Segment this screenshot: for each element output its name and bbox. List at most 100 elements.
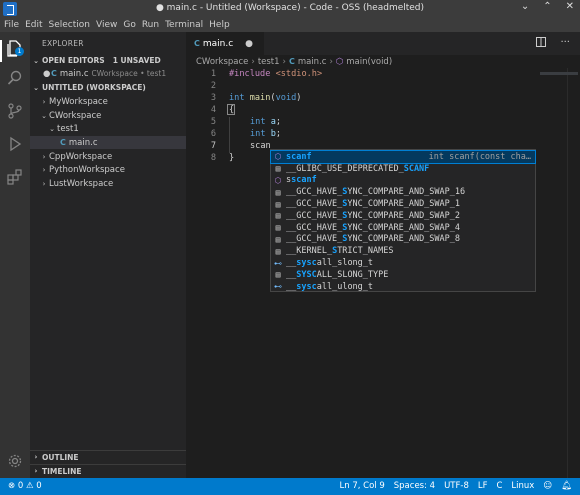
os-label[interactable]: Linux <box>511 481 534 491</box>
tree-item-myworkspace[interactable]: › MyWorkspace <box>30 95 186 108</box>
warning-count: ⚠ 0 <box>25 481 42 491</box>
editor-actions: ··· <box>536 37 570 50</box>
tree-item-cppworkspace[interactable]: › CppWorkspace <box>30 150 186 163</box>
method-icon: ⬡ <box>274 152 282 162</box>
menu-view[interactable]: View <box>96 20 117 30</box>
activity-bar: 1 <box>0 32 30 478</box>
suggestion-item[interactable]: ▤ __KERNEL_STRICT_NAMES <box>271 245 535 257</box>
menu-terminal[interactable]: Terminal <box>165 20 203 30</box>
menu-go[interactable]: Go <box>123 20 135 30</box>
keyword-icon: ▤ <box>275 199 281 209</box>
outline-header[interactable]: › OUTLINE <box>30 450 186 463</box>
suggestion-item[interactable]: ⬡ sscanf <box>271 175 535 187</box>
run-debug-icon[interactable] <box>6 135 24 153</box>
chevron-right-icon: › <box>34 453 38 461</box>
dirty-dot-icon[interactable]: ● <box>245 39 253 49</box>
chevron-right-icon: › <box>282 56 286 67</box>
folder-label: MyWorkspace <box>49 96 108 107</box>
suggestion-item[interactable]: ▤ __GCC_HAVE_SYNC_COMPARE_AND_SWAP_2 <box>271 210 535 222</box>
tree-item-main-c[interactable]: C main.c <box>30 136 186 149</box>
suggestion-item[interactable]: ▤ __GCC_HAVE_SYNC_COMPARE_AND_SWAP_1 <box>271 198 535 210</box>
restore-icon[interactable]: ⌃ <box>543 1 551 12</box>
code-line-8: scan <box>250 141 271 151</box>
source-control-icon[interactable] <box>6 102 24 120</box>
file-label: main.c <box>68 137 98 148</box>
tree-item-lustworkspace[interactable]: › LustWorkspace <box>30 177 186 190</box>
open-editors-header[interactable]: ⌄ OPEN EDITORS 1 UNSAVED <box>30 54 186 67</box>
suggest-widget: ⬡ scanf int scanf(const cha… ▤ __GLIBC_U… <box>270 149 536 292</box>
workspace-label: UNTITLED (WORKSPACE) <box>42 83 146 92</box>
suggestion-item[interactable]: ⊷ __syscall_ulong_t <box>271 281 535 293</box>
minimize-icon[interactable]: ⌄ <box>521 1 529 12</box>
tab-main-c[interactable]: C main.c ● <box>186 32 264 55</box>
problems-status[interactable]: ⊗ 0 ⚠ 0 <box>8 481 42 491</box>
breadcrumb-item[interactable]: CWorkspace <box>196 57 248 67</box>
suggestion-item[interactable]: ⊷ __syscall_slong_t <box>271 257 535 269</box>
suggestion-item[interactable]: ▤ __GLIBC_USE_DEPRECATED_SCANF <box>271 163 535 175</box>
breadcrumb-item[interactable]: main(void) <box>346 57 392 67</box>
open-editor-item[interactable]: ● C main.c CWorkspace • test1 <box>30 67 186 80</box>
indent-guide <box>229 117 230 153</box>
chevron-right-icon: › <box>42 152 46 161</box>
folder-label: LustWorkspace <box>49 178 114 189</box>
active-indicator <box>0 40 2 62</box>
menu-selection[interactable]: Selection <box>49 20 90 30</box>
indentation[interactable]: Spaces: 4 <box>394 481 435 491</box>
chevron-right-icon: › <box>42 179 46 188</box>
extensions-icon[interactable] <box>6 168 24 186</box>
cursor-position[interactable]: Ln 7, Col 9 <box>340 481 385 491</box>
suggestion-item[interactable]: ▤ __GCC_HAVE_SYNC_COMPARE_AND_SWAP_8 <box>271 234 535 246</box>
feedback-icon[interactable]: ☺ <box>543 481 552 491</box>
menu-file[interactable]: File <box>4 20 19 30</box>
title-bar: ● main.c - Untitled (Workspace) - Code -… <box>0 0 580 17</box>
language-mode[interactable]: C <box>496 481 502 491</box>
field-icon: ⊷ <box>274 258 282 268</box>
gear-icon[interactable] <box>7 453 23 473</box>
breadcrumb-item[interactable]: test1 <box>258 57 280 67</box>
cube-icon: ⬡ <box>335 56 344 67</box>
suggestion-item[interactable]: ▤ __SYSCALL_SLONG_TYPE <box>271 269 535 281</box>
menu-help[interactable]: Help <box>209 20 230 30</box>
bell-icon[interactable]: 🔔︎ <box>561 481 572 491</box>
open-editor-path: CWorkspace • test1 <box>91 69 167 78</box>
tab-bar: C main.c ● ··· <box>186 32 580 55</box>
breadcrumb-item[interactable]: main.c <box>298 57 327 67</box>
line-number: 6 <box>210 129 216 139</box>
window-title: ● main.c - Untitled (Workspace) - Code -… <box>155 3 425 13</box>
encoding[interactable]: UTF-8 <box>444 481 469 491</box>
status-right-items: Ln 7, Col 9 Spaces: 4 UTF-8 LF C Linux ☺… <box>340 481 572 491</box>
tree-item-pythonworkspace[interactable]: › PythonWorkspace <box>30 163 186 176</box>
chevron-right-icon: › <box>42 97 46 106</box>
chevron-right-icon: › <box>34 467 38 475</box>
more-actions-icon[interactable]: ··· <box>560 37 570 50</box>
close-icon[interactable]: ✕ <box>566 1 574 12</box>
timeline-header[interactable]: › TIMELINE <box>30 464 186 477</box>
end-of-line[interactable]: LF <box>478 481 488 491</box>
c-file-icon: C <box>51 69 57 78</box>
code-line-3: int main(void) <box>229 93 302 103</box>
search-icon[interactable] <box>6 69 24 87</box>
overview-ruler-mark <box>540 72 578 75</box>
code-line-6: int a; <box>250 117 282 127</box>
explorer-sidebar: EXPLORER ⌄ OPEN EDITORS 1 UNSAVED ● C ma… <box>30 32 186 478</box>
chevron-down-icon: ⌄ <box>33 83 39 92</box>
suggestion-item[interactable]: ▤ __GCC_HAVE_SYNC_COMPARE_AND_SWAP_4 <box>271 222 535 234</box>
split-editor-icon[interactable] <box>536 37 547 50</box>
suggestion-item[interactable]: ⬡ scanf int scanf(const cha… <box>270 150 536 164</box>
c-file-icon: C <box>194 39 200 48</box>
suggestion-item[interactable]: ▤ __GCC_HAVE_SYNC_COMPARE_AND_SWAP_16 <box>271 186 535 198</box>
chevron-right-icon: › <box>42 165 46 174</box>
workspace-header[interactable]: ⌄ UNTITLED (WORKSPACE) <box>30 81 186 94</box>
c-file-icon: C <box>288 57 295 66</box>
folder-label: CWorkspace <box>49 110 102 121</box>
folder-label: CppWorkspace <box>49 151 113 162</box>
timeline-label: TIMELINE <box>42 466 82 476</box>
code-line-7: int b; <box>250 129 282 139</box>
line-number: 5 <box>210 117 216 127</box>
menu-run[interactable]: Run <box>142 20 159 30</box>
line-number: 1 <box>210 69 216 79</box>
menu-edit[interactable]: Edit <box>25 20 42 30</box>
dirty-dot-icon: ● <box>43 68 51 79</box>
tree-item-test1[interactable]: ⌄ test1 <box>30 122 186 135</box>
tree-item-cworkspace[interactable]: ⌄ CWorkspace <box>30 109 186 122</box>
